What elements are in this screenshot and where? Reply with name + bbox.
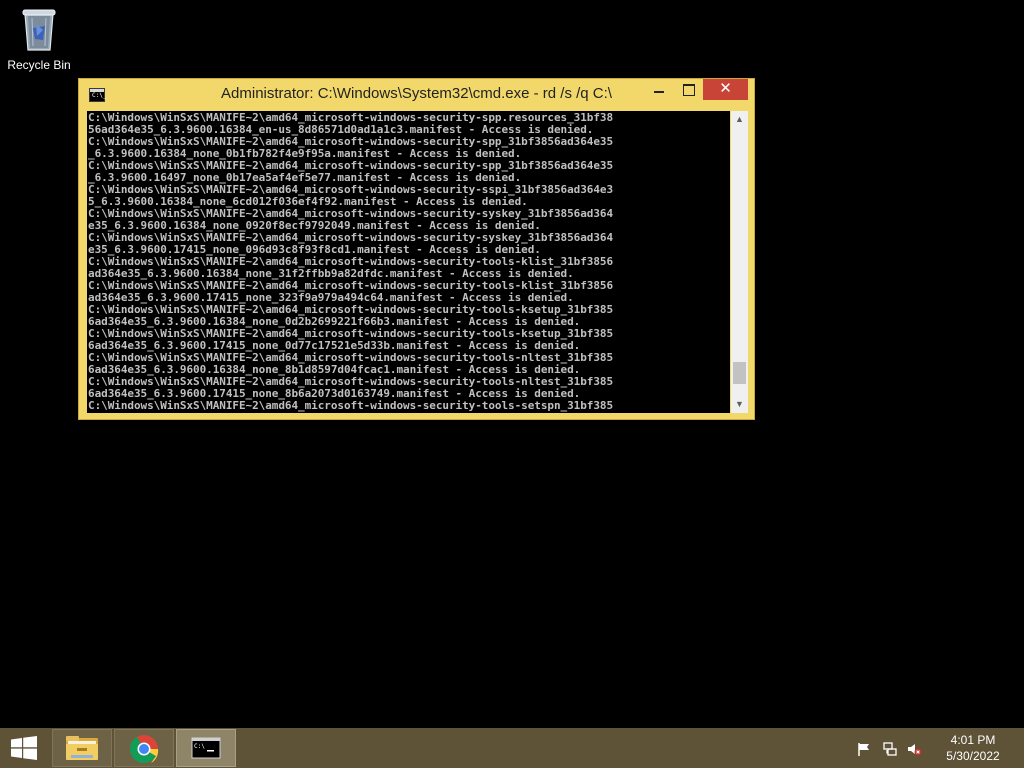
cmd-app-icon[interactable]: C:\_ bbox=[89, 88, 106, 102]
taskbar-clock[interactable]: 4:01 PM 5/30/2022 bbox=[938, 732, 1008, 764]
close-button[interactable]: ✕ bbox=[703, 79, 748, 100]
maximize-button[interactable] bbox=[675, 79, 701, 100]
console-output[interactable]: C:\Windows\WinSxS\MANIFE~2\amd64_microso… bbox=[87, 111, 730, 413]
start-button[interactable] bbox=[0, 728, 48, 768]
window-title: Administrator: C:\Windows\System32\cmd.e… bbox=[221, 85, 612, 102]
recycle-bin-label: Recycle Bin bbox=[7, 58, 71, 72]
folder-icon bbox=[66, 736, 98, 760]
volume-muted-icon[interactable] bbox=[906, 741, 922, 757]
console-line: C:\Windows\WinSxS\MANIFE~2\amd64_microso… bbox=[88, 399, 614, 412]
taskbar: C:\ 4:01 PM 5/30/2022 bbox=[0, 728, 1024, 768]
taskbar-chrome-button[interactable] bbox=[114, 729, 174, 767]
scrollbar-thumb[interactable] bbox=[733, 362, 746, 384]
recycle-bin-desktop-icon[interactable]: Recycle Bin bbox=[4, 6, 74, 72]
windows-logo-icon bbox=[11, 736, 37, 760]
scroll-up-arrow-icon[interactable]: ▲ bbox=[731, 111, 748, 128]
clock-time: 4:01 PM bbox=[950, 733, 996, 747]
cmd-icon: C:\ bbox=[191, 737, 221, 759]
close-icon: ✕ bbox=[719, 80, 732, 97]
vertical-scrollbar[interactable]: ▲ ▼ bbox=[731, 111, 748, 413]
network-icon[interactable] bbox=[882, 741, 898, 757]
taskbar-cmd-button[interactable]: C:\ bbox=[176, 729, 236, 767]
taskbar-file-explorer-button[interactable] bbox=[52, 729, 112, 767]
action-center-flag-icon[interactable] bbox=[856, 741, 872, 757]
recycle-bin-icon bbox=[21, 6, 57, 52]
svg-text:C:\: C:\ bbox=[194, 743, 205, 750]
window-titlebar[interactable]: C:\_ Administrator: C:\Windows\System32\… bbox=[79, 79, 754, 110]
clock-date: 5/30/2022 bbox=[946, 749, 1000, 763]
scroll-down-arrow-icon[interactable]: ▼ bbox=[731, 396, 748, 413]
chrome-icon bbox=[130, 735, 159, 763]
cmd-window[interactable]: C:\_ Administrator: C:\Windows\System32\… bbox=[78, 78, 755, 420]
minimize-button[interactable] bbox=[646, 79, 672, 100]
